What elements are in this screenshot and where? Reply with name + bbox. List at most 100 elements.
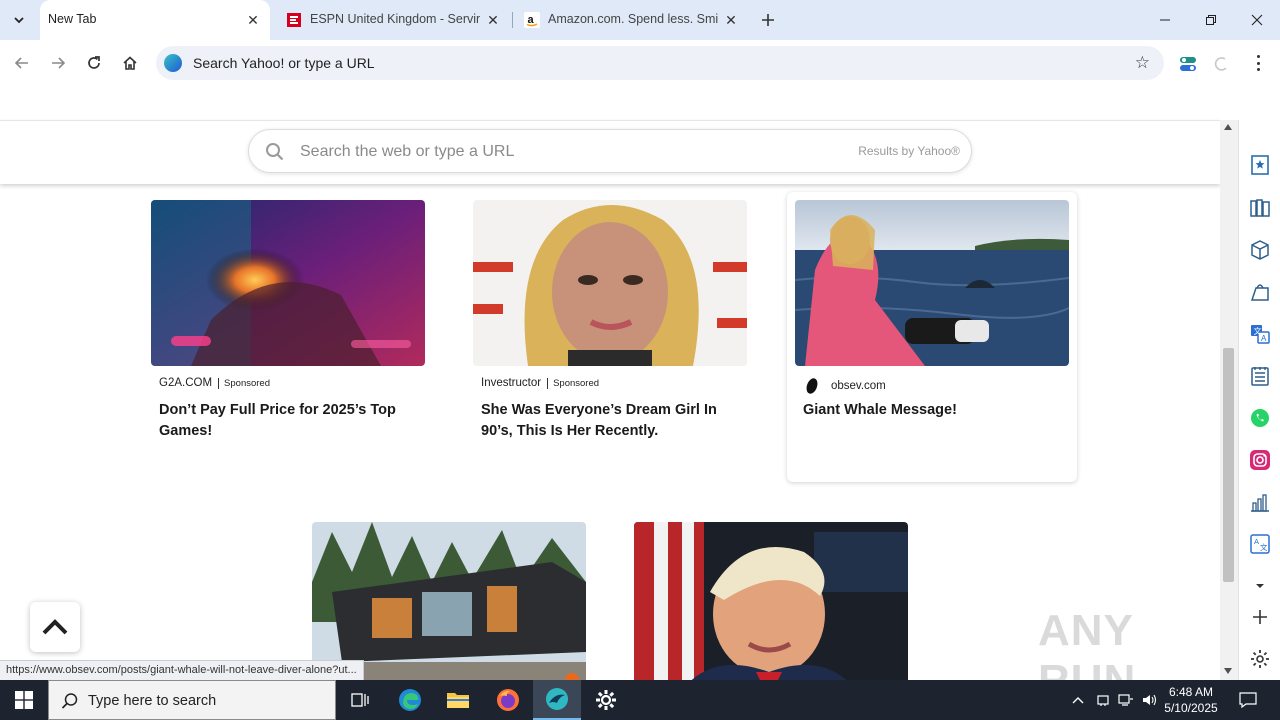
search-icon — [61, 693, 78, 709]
extension-toggle-icon[interactable] — [1178, 54, 1198, 74]
search-icon — [266, 143, 284, 161]
vertical-scrollbar[interactable] — [1220, 120, 1238, 680]
start-button[interactable] — [0, 680, 48, 720]
side-panel: 文A A文 — [1238, 120, 1280, 680]
shopping-bag-icon[interactable] — [1249, 281, 1271, 303]
page-search-input[interactable]: Search the web or type a URL Results by … — [248, 129, 972, 173]
news-card[interactable] — [304, 514, 594, 680]
home-icon — [123, 56, 137, 70]
obsev-logo-icon — [806, 378, 818, 394]
tab-title: ESPN United Kingdom - Serving — [310, 12, 480, 26]
file-explorer-button[interactable] — [434, 680, 482, 720]
minimize-button[interactable] — [1142, 0, 1188, 40]
close-tab-icon[interactable]: ✕ — [484, 11, 502, 29]
card-meta: obsev.com — [803, 377, 886, 395]
close-tab-icon[interactable]: ✕ — [244, 11, 262, 29]
translate-icon[interactable]: 文A — [1249, 323, 1271, 345]
volume-icon[interactable] — [1140, 680, 1160, 720]
task-view-icon — [351, 693, 369, 707]
tab-title: New Tab — [48, 12, 97, 26]
scroll-to-top-button[interactable] — [30, 602, 80, 652]
restore-button[interactable] — [1188, 0, 1234, 40]
windows-logo-icon — [15, 691, 33, 709]
card-source: obsev.com — [831, 380, 886, 392]
tab-amazon[interactable]: a Amazon.com. Spend less. Smile ✕ — [516, 0, 748, 40]
dot — [1256, 55, 1260, 58]
language-translate-icon[interactable]: A文 — [1249, 533, 1271, 555]
scroll-down-arrow-icon[interactable] — [1224, 668, 1232, 674]
browser-toolbar: Search Yahoo! or type a URL ☆ — [0, 40, 1280, 86]
checklist-icon[interactable] — [1249, 365, 1271, 387]
minimize-icon — [1160, 19, 1170, 21]
forward-button[interactable] — [44, 49, 72, 77]
whatsapp-icon[interactable] — [1249, 407, 1271, 429]
svg-text:a: a — [528, 14, 535, 26]
news-card[interactable]: G2A.COM Sponsored Don’t Pay Full Price f… — [143, 192, 433, 482]
notifications-button[interactable] — [1234, 680, 1262, 720]
browser-menu-button[interactable] — [1250, 53, 1266, 73]
network-icon[interactable] — [1116, 680, 1136, 720]
news-card[interactable]: obsev.com Giant Whale Message! — [787, 192, 1077, 482]
card-source: Investructor — [481, 377, 542, 389]
new-tab-button[interactable] — [756, 8, 780, 32]
plus-icon — [762, 14, 774, 26]
svg-text:A: A — [1261, 334, 1267, 343]
news-card[interactable] — [626, 514, 916, 680]
card-headline[interactable]: She Was Everyone’s Dream Girl In 90’s, T… — [481, 400, 743, 442]
tab-title: Amazon.com. Spend less. Smile — [548, 12, 718, 26]
card-image — [151, 200, 425, 366]
scrollbar-thumb[interactable] — [1223, 348, 1234, 582]
yahoo-search-icon — [164, 54, 182, 72]
folder-icon — [447, 693, 469, 708]
gear-icon — [596, 690, 616, 710]
clock-date: 5/10/2025 — [1164, 701, 1218, 715]
sponsored-label: Sponsored — [547, 377, 599, 389]
tray-overflow-button[interactable] — [1068, 680, 1088, 720]
address-bar[interactable]: Search Yahoo! or type a URL ☆ — [156, 46, 1164, 80]
reload-button[interactable] — [80, 49, 108, 77]
extension-loading-icon[interactable] — [1212, 54, 1232, 74]
dot — [1256, 68, 1260, 71]
card-headline[interactable]: Giant Whale Message! — [803, 400, 1065, 421]
tab-separator — [512, 12, 513, 28]
chevron-down-icon[interactable] — [1249, 575, 1271, 597]
home-button[interactable] — [116, 49, 144, 77]
close-tab-icon[interactable]: ✕ — [722, 11, 740, 29]
add-icon[interactable] — [1249, 606, 1271, 628]
stats-chart-icon[interactable] — [1249, 491, 1271, 513]
settings-taskbar-button[interactable] — [582, 680, 630, 720]
browser-taskbar-button[interactable] — [533, 680, 581, 720]
firefox-icon — [497, 689, 519, 711]
back-button[interactable] — [8, 49, 36, 77]
taskbar-search-box[interactable]: Type here to search — [48, 680, 336, 720]
firefox-taskbar-button[interactable] — [484, 680, 532, 720]
card-image — [795, 200, 1069, 366]
taskbar-clock[interactable]: 6:48 AM 5/10/2025 — [1160, 684, 1222, 716]
news-card[interactable]: Investructor Sponsored She Was Everyone’… — [465, 192, 755, 482]
svg-text:A: A — [1254, 537, 1259, 546]
card-meta: Investructor Sponsored — [481, 377, 599, 389]
books-icon[interactable] — [1249, 197, 1271, 219]
edge-taskbar-button[interactable] — [386, 680, 434, 720]
clock-time: 6:48 AM — [1168, 685, 1214, 699]
gear-icon[interactable] — [1249, 648, 1271, 670]
task-view-button[interactable] — [336, 680, 384, 720]
tab-search-button[interactable] — [6, 8, 32, 32]
page-content: Search the web or type a URL Results by … — [0, 86, 1220, 680]
results-by-yahoo: Results by Yahoo® — [858, 144, 960, 158]
taskbar-search-placeholder: Type here to search — [88, 693, 217, 709]
instagram-icon[interactable] — [1249, 449, 1271, 471]
scroll-up-arrow-icon[interactable] — [1224, 124, 1232, 130]
close-window-button[interactable] — [1234, 0, 1280, 40]
edge-icon — [399, 689, 421, 711]
card-headline[interactable]: Don’t Pay Full Price for 2025’s Top Game… — [159, 400, 421, 442]
tray-device-icon[interactable] — [1094, 680, 1112, 720]
package-icon[interactable] — [1249, 239, 1271, 261]
tab-espn[interactable]: ESPN United Kingdom - Serving ✕ — [278, 0, 510, 40]
bookmark-list-icon[interactable] — [1249, 154, 1271, 176]
bookmark-star-icon[interactable]: ☆ — [1135, 53, 1150, 73]
anyrun-watermark: ANY RUN — [1038, 606, 1135, 680]
card-image — [634, 522, 908, 680]
tab-new-tab[interactable]: New Tab ✕ — [40, 0, 270, 40]
browser-app-icon — [546, 688, 568, 710]
